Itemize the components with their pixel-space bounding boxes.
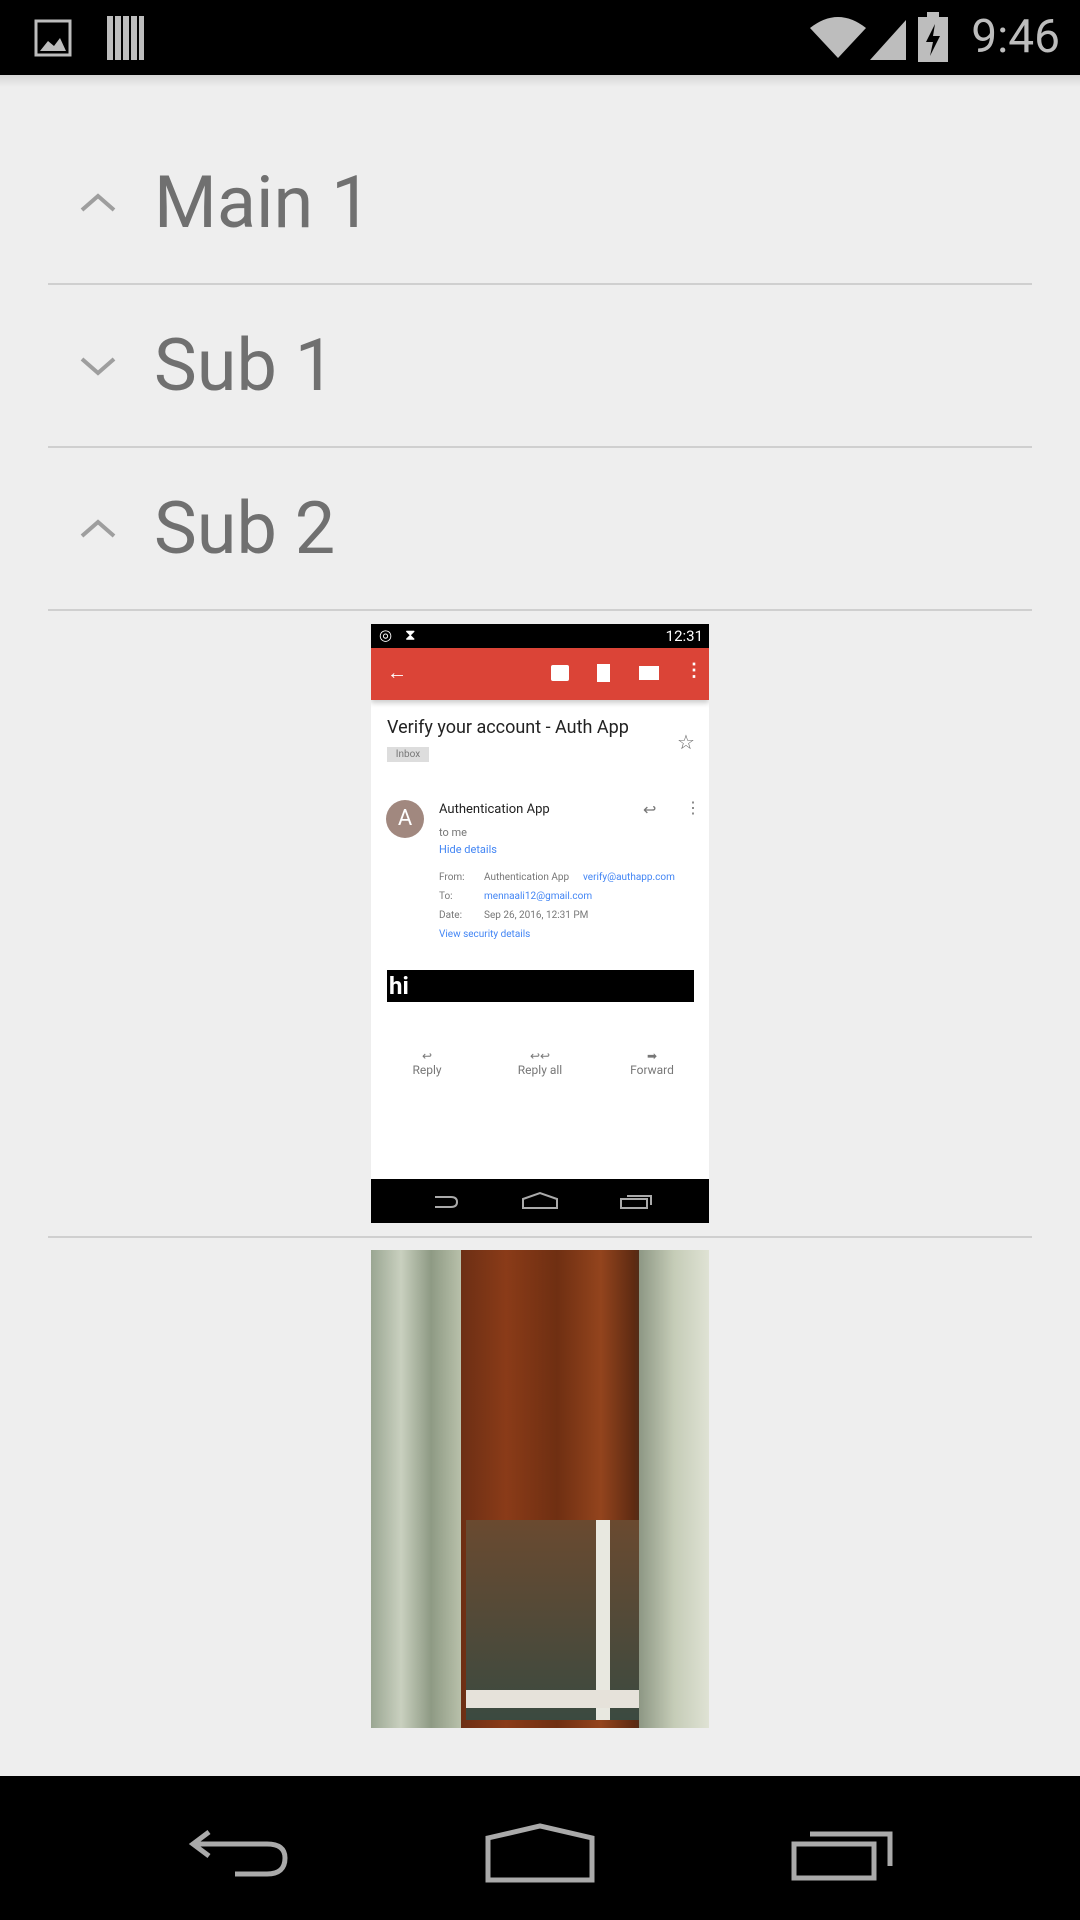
forward-action: ➡ Forward — [607, 1049, 697, 1077]
divider — [48, 1236, 1032, 1238]
right-curtain — [639, 1250, 709, 1728]
archive-icon — [551, 665, 569, 681]
avatar: A — [386, 800, 424, 838]
back-arrow-icon: ← — [387, 660, 407, 684]
thumb-nav-icons — [435, 1191, 652, 1209]
from-email: verify@authapp.com — [583, 872, 675, 883]
curtain-photo-image[interactable] — [371, 1250, 709, 1728]
date-value: Sep 26, 2016, 12:31 PM — [484, 910, 589, 921]
star-icon: ☆ — [677, 730, 695, 754]
recent-apps-button[interactable] — [790, 1826, 896, 1882]
accordion-label: Sub 2 — [154, 486, 336, 571]
hourglass-icon: ⧗ — [405, 626, 416, 644]
to-me: to me — [439, 826, 467, 839]
status-bar: 9:46 — [0, 0, 1080, 75]
reply-icon: ↩ — [643, 800, 657, 819]
accordion-sub-1[interactable]: Sub 1 — [48, 285, 1032, 448]
more-vert-icon: ⋮ — [685, 660, 703, 681]
accordion-sub-2[interactable]: Sub 2 — [48, 448, 1032, 611]
battery-charging-icon — [918, 12, 948, 62]
date-label: Date: — [439, 910, 462, 921]
reply-action: ↩ Reply — [382, 1049, 472, 1077]
clock: 9:46 — [971, 10, 1060, 64]
forward-icon: ➡ — [646, 1049, 658, 1063]
email-body: hi — [387, 970, 694, 1002]
home-button[interactable] — [484, 1822, 596, 1884]
back-button[interactable] — [185, 1828, 290, 1880]
forward-label: Forward — [630, 1063, 674, 1077]
thumb-status-bar: ◎ ⧗ 12:31 — [371, 624, 709, 648]
whatsapp-icon: ◎ — [379, 626, 393, 644]
chevron-up-icon — [80, 519, 116, 538]
email-subject: Verify your account - Auth App — [387, 717, 629, 738]
accordion-main-1[interactable]: Main 1 — [48, 122, 1032, 285]
to-email: mennaali12@gmail.com — [484, 891, 593, 902]
delete-icon — [597, 664, 610, 682]
navigation-bar — [0, 1776, 1080, 1920]
to-label: To: — [439, 891, 453, 902]
email-toolbar: ← ⋮ — [371, 648, 709, 700]
email-screenshot-image[interactable]: ◎ ⧗ 12:31 ← ⋮ Verify your account - Auth… — [371, 624, 709, 1223]
left-curtain — [371, 1250, 461, 1728]
accordion-label: Sub 1 — [154, 323, 336, 408]
thumb-clock: 12:31 — [665, 627, 703, 645]
reply-all-action: ↩↩ Reply all — [495, 1049, 585, 1077]
wifi-signal-icon — [810, 17, 906, 60]
reply-label: Reply — [412, 1063, 442, 1077]
reply-all-icon: ↩↩ — [529, 1049, 551, 1063]
accordion-label: Main 1 — [154, 160, 372, 245]
mail-icon — [639, 666, 659, 680]
from-name: Authentication App — [484, 872, 570, 883]
hide-details-link: Hide details — [439, 843, 497, 856]
barcode-icon — [107, 16, 144, 60]
header-shadow — [0, 75, 1080, 87]
thumb-nav-bar — [371, 1179, 709, 1223]
sender-name: Authentication App — [439, 802, 550, 817]
chevron-down-icon — [80, 357, 116, 376]
inbox-badge: Inbox — [387, 747, 429, 762]
from-label: From: — [439, 872, 465, 883]
more-vert-icon: ⋮ — [685, 798, 701, 817]
reply-all-label: Reply all — [517, 1063, 563, 1077]
security-link: View security details — [439, 929, 531, 940]
window-sill — [466, 1690, 666, 1708]
image-icon — [34, 19, 72, 57]
chevron-up-icon — [80, 193, 116, 212]
reply-icon: ↩ — [421, 1049, 433, 1063]
